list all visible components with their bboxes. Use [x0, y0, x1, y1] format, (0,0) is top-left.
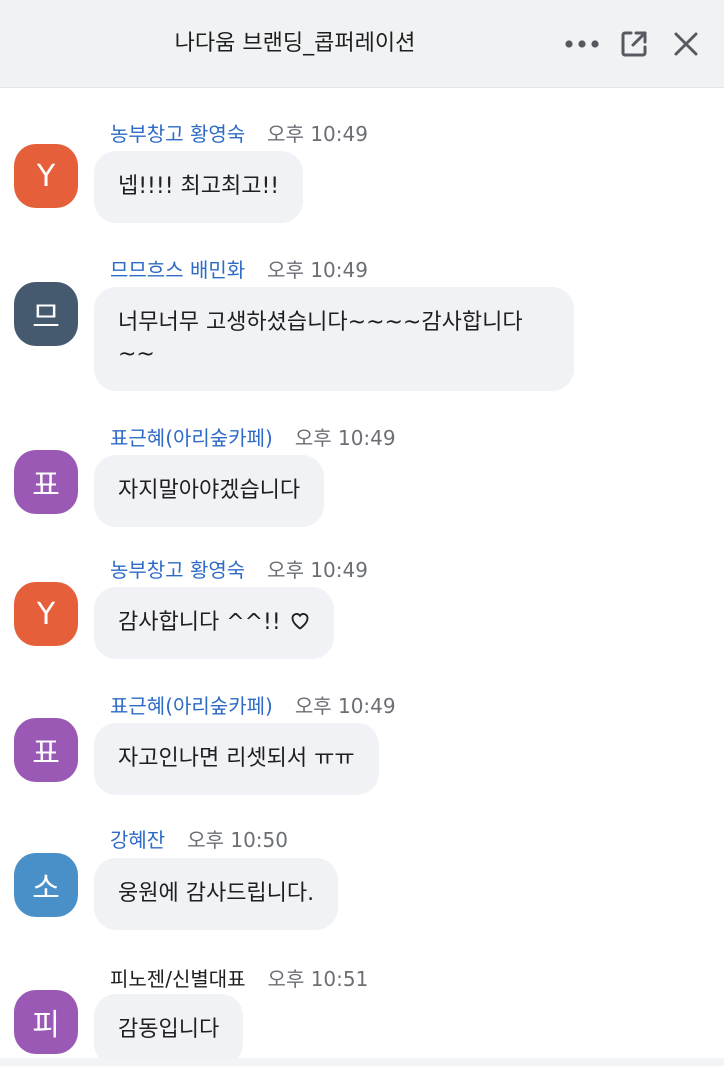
message-text: 자고인나면 리셋되서 ㅠㅠ: [118, 746, 355, 771]
popout-button[interactable]: [614, 24, 654, 64]
message-meta: 농부창고 황영숙 오후 10:49: [110, 554, 368, 583]
avatar-initial: 표: [32, 468, 60, 503]
message-time: 오후 10:49: [267, 257, 368, 282]
message-meta: 표근혜(아리숲카페) 오후 10:49: [110, 422, 396, 451]
message-bubble[interactable]: 웅원에 감사드립니다.: [94, 858, 339, 930]
message-time: 오후 10:51: [267, 966, 369, 991]
message-bubble[interactable]: 자지말아야겠습니다: [94, 455, 325, 527]
avatar[interactable]: Y: [14, 144, 78, 208]
message-text-line: ~~: [118, 342, 155, 367]
message-time: 오후 10:50: [187, 827, 288, 852]
sender-name[interactable]: 표근혜(아리숲카페): [110, 422, 273, 451]
sender-name[interactable]: 피노젠/신별대표: [110, 963, 246, 992]
message-meta: 강혜잔 오후 10:50: [110, 824, 288, 853]
message-bubble[interactable]: 자고인나면 리셋되서 ㅠㅠ: [94, 723, 379, 795]
sender-name[interactable]: 농부창고 황영숙: [110, 118, 245, 147]
message-text: 넵!!!! 최고최고!!: [118, 174, 280, 199]
message-bubble[interactable]: 넵!!!! 최고최고!!: [94, 151, 304, 223]
avatar[interactable]: 소: [14, 853, 78, 917]
sender-name[interactable]: 강혜잔: [110, 824, 165, 853]
message-time: 오후 10:49: [294, 425, 396, 450]
avatar[interactable]: 표: [14, 718, 78, 782]
avatar-initial: Y: [36, 596, 56, 632]
avatar-initial: 소: [32, 871, 60, 906]
message-bubble[interactable]: 감사합니다 ^^!!: [94, 587, 334, 659]
avatar-initial: 피: [32, 1008, 60, 1043]
avatar-initial: 므: [32, 300, 60, 335]
chat-title: 나다움 브랜딩_콥퍼레이션: [174, 31, 416, 56]
message-list[interactable]: 농부창고 황영숙 오후 10:49 Y 넵!!!! 최고최고!! 므므흐스 배민…: [0, 89, 724, 1066]
avatar[interactable]: 므: [14, 282, 78, 346]
bottom-divider: [0, 1058, 724, 1066]
sender-name[interactable]: 농부창고 황영숙: [110, 554, 245, 583]
message-text: 감사합니다 ^^!!: [118, 610, 281, 635]
message-bubble[interactable]: 감동입니다: [94, 994, 244, 1066]
close-button[interactable]: [666, 24, 706, 64]
message-text: 자지말아야겠습니다: [118, 478, 301, 503]
message-time: 오후 10:49: [267, 121, 368, 146]
sender-name[interactable]: 표근혜(아리숲카페): [110, 690, 273, 719]
message-text: 감동입니다: [118, 1017, 220, 1042]
message-time: 오후 10:49: [267, 557, 368, 582]
message-meta: 므므흐스 배민화 오후 10:49: [110, 254, 368, 283]
more-horizontal-icon: [565, 40, 599, 48]
sender-name[interactable]: 므므흐스 배민화: [110, 254, 245, 283]
more-options-button[interactable]: [562, 24, 602, 64]
message-meta: 표근혜(아리숲카페) 오후 10:49: [110, 690, 396, 719]
avatar-initial: 표: [32, 736, 60, 771]
avatar-initial: Y: [36, 158, 56, 194]
avatar[interactable]: 표: [14, 450, 78, 514]
external-link-icon: [621, 31, 647, 57]
message-time: 오후 10:49: [294, 693, 396, 718]
close-icon: [674, 32, 698, 56]
message-bubble[interactable]: 너무너무 고생하셨습니다~~~~감사합니다 ~~: [94, 287, 574, 391]
chat-header: 나다움 브랜딩_콥퍼레이션: [0, 0, 724, 88]
avatar[interactable]: Y: [14, 582, 78, 646]
message-text: 웅원에 감사드립니다.: [118, 881, 315, 906]
avatar[interactable]: 피: [14, 990, 78, 1054]
heart-outline-icon: [291, 613, 309, 630]
message-meta: 피노젠/신별대표 오후 10:51: [110, 963, 369, 992]
message-meta: 농부창고 황영숙 오후 10:49: [110, 118, 368, 147]
message-text-line: 너무너무 고생하셨습니다~~~~감사합니다: [118, 310, 523, 335]
